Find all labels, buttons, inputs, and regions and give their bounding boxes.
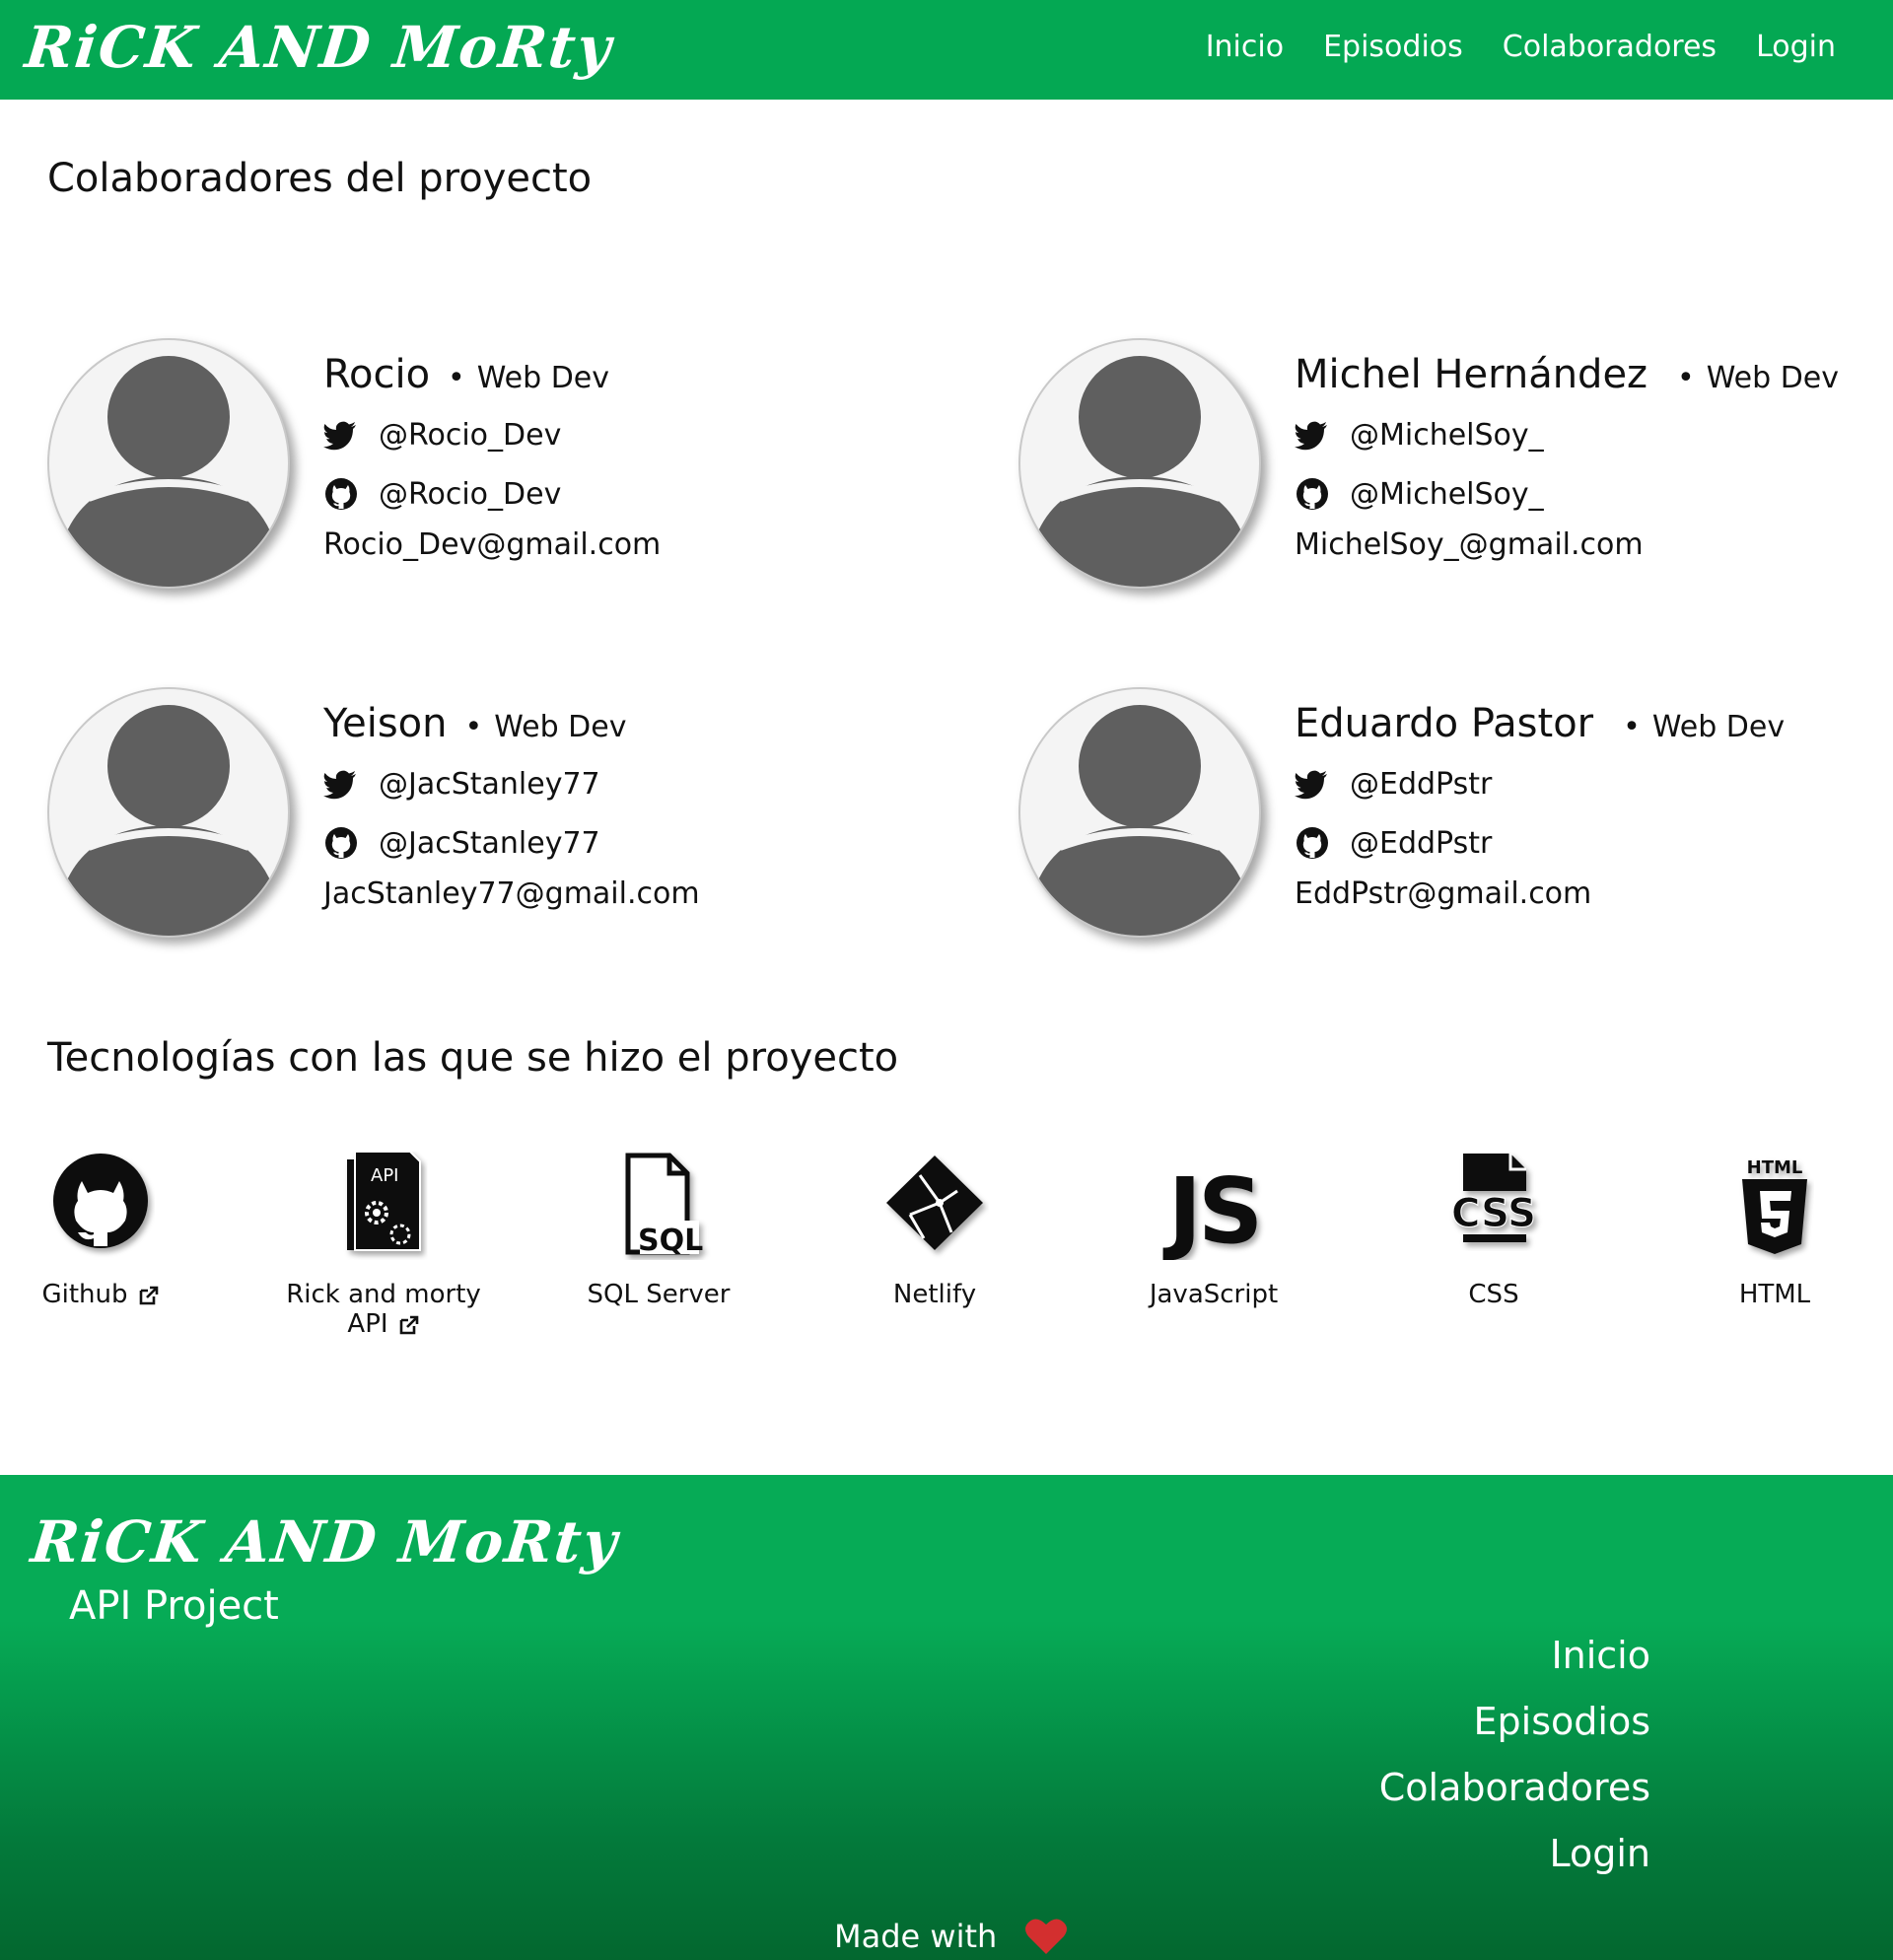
top-navbar: RiCK AND MoRty Inicio Episodios Colabora… [0,0,1893,100]
javascript-icon: JS [1162,1158,1264,1260]
avatar-placeholder [1018,338,1261,589]
collaborator-role: Web Dev [1677,361,1839,395]
svg-text:JS: JS [1162,1158,1260,1260]
tech-label: CSS [1468,1280,1519,1309]
collaborator-role: Web Dev [465,710,626,744]
collaborator-email[interactable]: MichelSoy_@gmail.com [1295,527,1893,562]
avatar-placeholder [47,338,290,589]
twitter-link[interactable]: @Rocio_Dev [323,413,974,456]
footer-link-episodios[interactable]: Episodios [1379,1689,1650,1755]
collaborator-card: Eduardo Pastor Web Dev @EddPstr @EddPstr… [1018,687,1893,944]
collaborator-name: Rocio [323,352,431,397]
nav-link-episodios[interactable]: Episodios [1323,30,1463,64]
nav-link-colaboradores[interactable]: Colaboradores [1503,30,1717,64]
tech-label: Github [41,1280,128,1309]
twitter-handle: @JacStanley77 [379,766,600,802]
collaborator-card: Rocio Web Dev @Rocio_Dev @Rocio_Dev Roci… [47,338,994,595]
sql-file-icon: SQL [625,1153,703,1258]
api-file-icon: API [347,1152,421,1251]
github-handle: @EddPstr [1350,825,1493,861]
tech-label: Rick and morty API [286,1280,481,1339]
collaborators-title: Colaboradores del proyecto [47,156,593,201]
made-with-text: Made with [834,1918,998,1955]
avatar-placeholder [47,687,290,938]
nav-link-login[interactable]: Login [1756,30,1836,64]
twitter-icon [1295,766,1330,802]
collaborator-email[interactable]: Rocio_Dev@gmail.com [323,527,974,562]
tech-item-sql-server[interactable]: SQL SQL Server [540,1152,777,1309]
footer-subtitle: API Project [69,1583,279,1629]
github-handle: @JacStanley77 [379,825,600,861]
footer-link-colaboradores[interactable]: Colaboradores [1379,1755,1650,1821]
external-link-icon [139,1286,158,1304]
nav-link-inicio[interactable]: Inicio [1206,30,1284,64]
twitter-link[interactable]: @JacStanley77 [323,762,974,805]
svg-text:SQL: SQL [638,1224,703,1258]
github-handle: @Rocio_Dev [379,476,562,512]
tech-item-netlify[interactable]: Netlify [816,1152,1053,1309]
technologies-title: Tecnologías con las que se hizo el proye… [47,1035,899,1081]
tech-item-rick-and-morty-api[interactable]: API Rick and morty API [265,1152,502,1339]
tech-label: HTML [1738,1280,1811,1309]
tech-item-javascript[interactable]: JS JavaScript [1095,1152,1332,1309]
site-footer: RiCK AND MoRty API Project Inicio Episod… [0,1475,1893,1960]
tech-label: Netlify [892,1280,977,1309]
collaborator-name: Yeison [323,701,448,746]
twitter-handle: @EddPstr [1350,766,1493,802]
tech-label: JavaScript [1149,1280,1279,1309]
svg-text:CSS: CSS [1451,1191,1536,1236]
twitter-link[interactable]: @MichelSoy_ [1295,413,1893,456]
collaborator-name: Eduardo Pastor [1295,701,1594,746]
collaborator-email[interactable]: EddPstr@gmail.com [1295,876,1893,911]
github-link[interactable]: @Rocio_Dev [323,472,974,516]
collaborator-email[interactable]: JacStanley77@gmail.com [323,876,974,911]
svg-text:HTML: HTML [1747,1157,1803,1178]
css-file-icon: CSS [1451,1154,1536,1242]
github-icon [1295,825,1330,861]
heart-icon [1025,1919,1068,1954]
footer-logo[interactable]: RiCK AND MoRty [28,1508,621,1575]
collaborator-role: Web Dev [1623,710,1785,744]
tech-item-css[interactable]: CSS CSS [1375,1152,1612,1309]
twitter-handle: @MichelSoy_ [1350,417,1544,453]
twitter-handle: @Rocio_Dev [379,417,562,453]
twitter-icon [323,417,359,453]
tech-label: SQL Server [587,1280,731,1309]
site-logo[interactable]: RiCK AND MoRty [22,14,615,81]
github-icon [323,476,359,512]
github-handle: @MichelSoy_ [1350,476,1544,512]
footer-nav: Inicio Episodios Colaboradores Login [1379,1623,1650,1887]
footer-link-login[interactable]: Login [1379,1821,1650,1887]
github-icon [53,1154,148,1248]
twitter-icon [1295,417,1330,453]
svg-text:API: API [371,1165,398,1186]
twitter-link[interactable]: @EddPstr [1295,762,1893,805]
collaborator-role: Web Dev [448,361,609,395]
collaborator-card: Yeison Web Dev @JacStanley77 @JacStanley… [47,687,994,944]
twitter-icon [323,766,359,802]
tech-item-html[interactable]: HTML HTML [1656,1152,1893,1309]
collaborator-name: Michel Hernández [1295,352,1648,397]
avatar-placeholder [1018,687,1261,938]
github-link[interactable]: @EddPstr [1295,821,1893,865]
top-nav: Inicio Episodios Colaboradores Login [1206,30,1836,64]
netlify-icon [886,1155,983,1250]
footer-link-inicio[interactable]: Inicio [1379,1623,1650,1689]
github-icon [323,825,359,861]
github-link[interactable]: @MichelSoy_ [1295,472,1893,516]
collaborator-card: Michel Hernández Web Dev @MichelSoy_ @Mi… [1018,338,1893,595]
html5-icon: HTML [1742,1157,1807,1254]
external-link-icon [399,1315,418,1334]
made-with: Made with [834,1917,1068,1956]
github-link[interactable]: @JacStanley77 [323,821,974,865]
github-icon [1295,476,1330,512]
tech-item-github[interactable]: Github [0,1152,219,1309]
